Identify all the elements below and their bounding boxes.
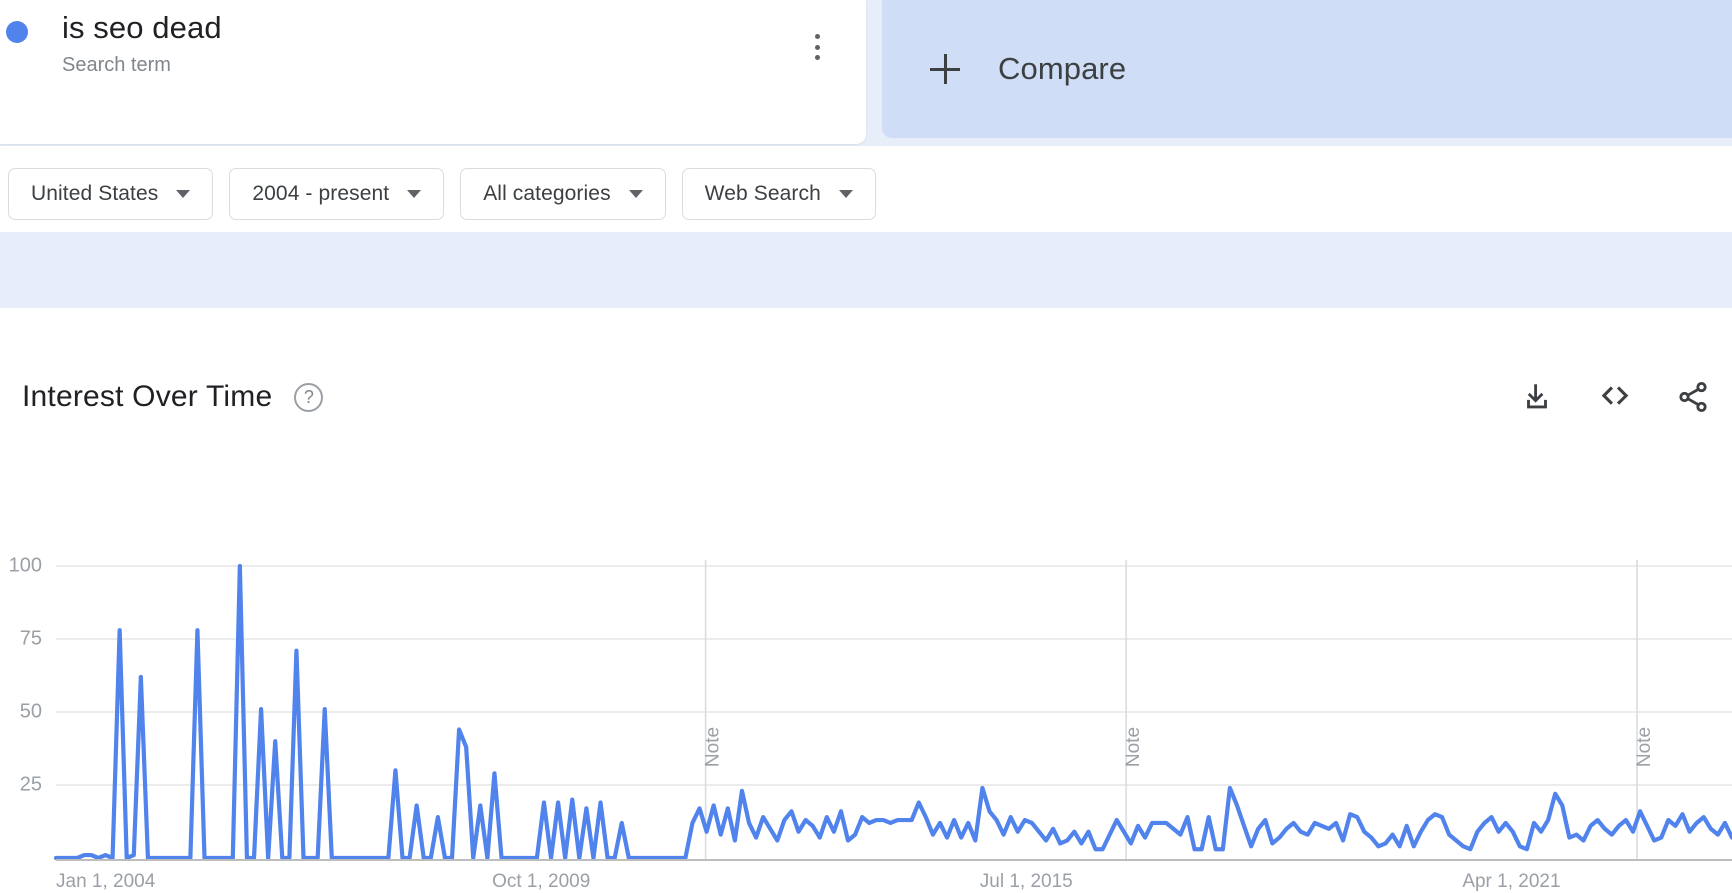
category-filter[interactable]: All categories (460, 168, 666, 220)
filters-bar: United States 2004 - present All categor… (0, 146, 1732, 232)
time-range-filter[interactable]: 2004 - present (229, 168, 445, 220)
download-icon[interactable] (1520, 380, 1554, 414)
search-term-subtype: Search term (62, 54, 171, 76)
time-range-filter-label: 2004 - present (252, 182, 390, 205)
interest-over-time-panel: Interest Over Time ? 25 50 75 100 Note N… (0, 308, 1732, 893)
series-color-dot (6, 21, 28, 43)
y-axis-tick-label: 100 (9, 554, 42, 576)
compare-label: Compare (998, 51, 1127, 86)
x-axis-tick-label: Apr 1, 2021 (1462, 871, 1560, 892)
plus-icon (930, 54, 960, 84)
x-axis-tick-label: Jul 1, 2015 (980, 871, 1073, 892)
google-trends-page: is seo dead Search term Compare United S… (0, 0, 1732, 893)
add-comparison-button[interactable]: Compare (882, 0, 1732, 138)
y-axis-tick-label: 50 (20, 700, 42, 722)
share-icon[interactable] (1676, 380, 1710, 414)
x-axis-tick-label: Jan 1, 2004 (56, 871, 156, 892)
chevron-down-icon (838, 190, 853, 198)
category-filter-label: All categories (483, 182, 611, 205)
panel-action-group (1520, 380, 1710, 414)
y-axis-tick-label: 75 (20, 627, 42, 649)
page-title: Interest Over Time (22, 380, 273, 413)
search-term-text: is seo dead Search term (62, 8, 222, 79)
chart-y-axis-labels: 25 50 75 100 (9, 554, 42, 795)
chart-note-annotations: Note Note Note (703, 727, 1655, 767)
search-type-filter-label: Web Search (704, 182, 821, 205)
embed-code-icon[interactable] (1598, 380, 1632, 414)
interest-over-time-chart[interactable]: 25 50 75 100 Note Note Note Jan 1, 2004 Oct 1,… (0, 503, 1732, 893)
section-divider-band (0, 232, 1732, 308)
chart-note-label[interactable]: Note (1123, 727, 1144, 767)
chart-gridlines (56, 565, 1732, 786)
chart-note-label[interactable]: Note (1634, 727, 1655, 767)
x-axis-tick-label: Oct 1, 2009 (492, 871, 590, 892)
chart-x-axis-labels: Jan 1, 2004 Oct 1, 2009 Jul 1, 2015 Apr 1, … (56, 871, 1561, 892)
search-type-filter[interactable]: Web Search (681, 168, 876, 220)
chart-note-label[interactable]: Note (703, 727, 724, 767)
chevron-down-icon (628, 190, 643, 198)
location-filter[interactable]: United States (8, 168, 214, 220)
y-axis-tick-label: 25 (20, 773, 42, 795)
panel-header: Interest Over Time ? (22, 380, 324, 414)
help-circle-icon[interactable]: ? (294, 382, 324, 412)
chevron-down-icon (407, 190, 422, 198)
search-term-title: is seo dead (62, 10, 222, 45)
location-filter-label: United States (31, 182, 159, 205)
chevron-down-icon (176, 190, 191, 198)
chart-note-separators (704, 560, 1638, 860)
filter-chip-group: United States 2004 - present All categor… (8, 168, 876, 220)
kebab-menu-icon[interactable] (804, 30, 830, 64)
search-term-bar: is seo dead Search term Compare (0, 0, 1732, 146)
search-term-card[interactable]: is seo dead Search term (0, 0, 866, 144)
chart-svg: 25 50 75 100 Note Note Note Jan 1, 2004 Oct 1,… (9, 554, 1732, 892)
